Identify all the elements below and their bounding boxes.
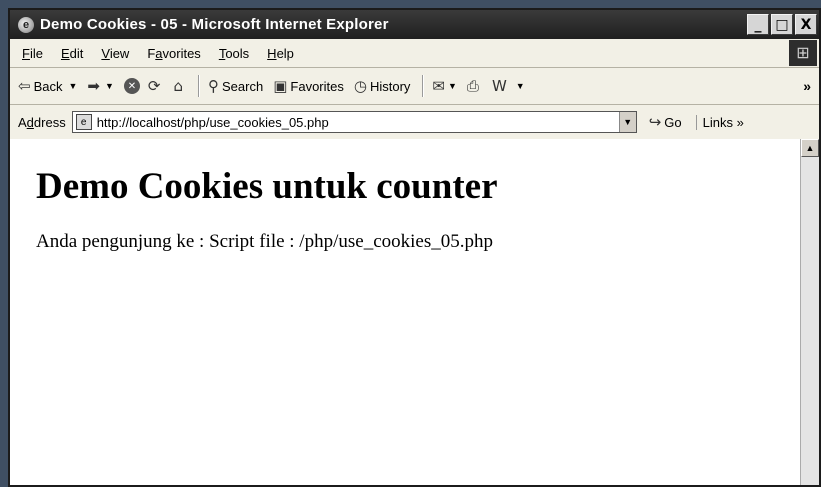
title-bar: e Demo Cookies - 05 - Microsoft Internet… xyxy=(10,10,819,39)
standard-toolbar: ⇦ Back ▼ ➡ ▼ ✕ ⟳ ⌂ ⚲ Search ▣ Favorites ◷ Hist… xyxy=(10,68,819,105)
edit-dropdown-icon[interactable]: ▼ xyxy=(516,81,525,91)
go-button[interactable]: ↪ Go xyxy=(649,113,682,131)
maximize-button[interactable]: □ xyxy=(771,14,793,35)
print-icon: ⎙ xyxy=(466,77,479,95)
search-icon: ⚲ xyxy=(208,77,220,95)
forward-button[interactable]: ➡ ▼ xyxy=(87,77,114,95)
address-url[interactable]: http://localhost/php/use_cookies_05.php xyxy=(97,115,619,130)
go-arrow-icon: ↪ xyxy=(648,113,662,131)
address-bar: Address e http://localhost/php/use_cooki… xyxy=(10,105,819,141)
visitor-counter-text: Anda pengunjung ke : Script file : /php/… xyxy=(36,231,493,252)
vertical-scrollbar[interactable]: ▲ xyxy=(800,139,819,485)
links-button[interactable]: Links » xyxy=(695,114,744,130)
menu-favorites[interactable]: Favorites xyxy=(147,46,200,61)
home-icon: ⌂ xyxy=(173,77,184,95)
refresh-button[interactable]: ⟳ xyxy=(148,77,164,95)
ie-page-icon: e xyxy=(18,16,34,33)
history-button[interactable]: ◷ History xyxy=(354,77,411,95)
toolbar-more-chevron[interactable]: » xyxy=(803,78,811,94)
mail-icon: ✉ xyxy=(432,77,445,95)
browser-window: e Demo Cookies - 05 - Microsoft Internet… xyxy=(8,8,821,487)
toolbar-separator xyxy=(198,75,201,97)
forward-dropdown-icon[interactable]: ▼ xyxy=(105,81,114,91)
print-button[interactable]: ⎙ xyxy=(467,77,482,95)
edit-button[interactable]: W ▼ xyxy=(492,77,525,95)
address-input[interactable]: e http://localhost/php/use_cookies_05.ph… xyxy=(71,111,637,133)
windows-logo-icon: ⊞ xyxy=(789,40,817,66)
back-button[interactable]: ⇦ Back ▼ xyxy=(18,77,77,95)
menu-tools[interactable]: Tools xyxy=(219,46,249,61)
search-button[interactable]: ⚲ Search xyxy=(208,77,263,95)
back-arrow-icon: ⇦ xyxy=(18,77,31,95)
home-button[interactable]: ⌂ xyxy=(173,77,186,95)
window-title: Demo Cookies - 05 - Microsoft Internet E… xyxy=(40,16,389,33)
close-button[interactable]: X xyxy=(795,14,817,35)
address-label: Address xyxy=(18,114,66,130)
address-dropdown-icon[interactable]: ▼ xyxy=(618,112,636,132)
history-icon: ◷ xyxy=(353,77,367,95)
favorites-button[interactable]: ▣ Favorites xyxy=(273,77,344,95)
menu-view[interactable]: View xyxy=(101,46,129,61)
page-icon: e xyxy=(75,114,92,130)
mail-dropdown-icon[interactable]: ▼ xyxy=(448,81,457,91)
back-dropdown-icon[interactable]: ▼ xyxy=(68,81,77,91)
stop-icon[interactable]: ✕ xyxy=(123,78,140,94)
toolbar-separator xyxy=(422,75,425,97)
mail-button[interactable]: ✉ ▼ xyxy=(432,77,457,95)
menu-edit[interactable]: Edit xyxy=(61,46,83,61)
edit-word-icon: W xyxy=(491,77,507,95)
menu-file[interactable]: File xyxy=(22,46,43,61)
menu-bar: File Edit View Favorites Tools Help ⊞ xyxy=(10,39,819,68)
favorites-icon: ▣ xyxy=(273,77,288,95)
refresh-icon: ⟳ xyxy=(147,77,161,95)
scroll-up-icon[interactable]: ▲ xyxy=(801,139,819,157)
page-heading: Demo Cookies untuk counter xyxy=(36,166,498,207)
minimize-button[interactable]: _ xyxy=(747,14,769,35)
menu-help[interactable]: Help xyxy=(267,46,294,61)
forward-arrow-icon: ➡ xyxy=(87,77,100,95)
page-content: Demo Cookies untuk counter Anda pengunju… xyxy=(10,139,819,485)
